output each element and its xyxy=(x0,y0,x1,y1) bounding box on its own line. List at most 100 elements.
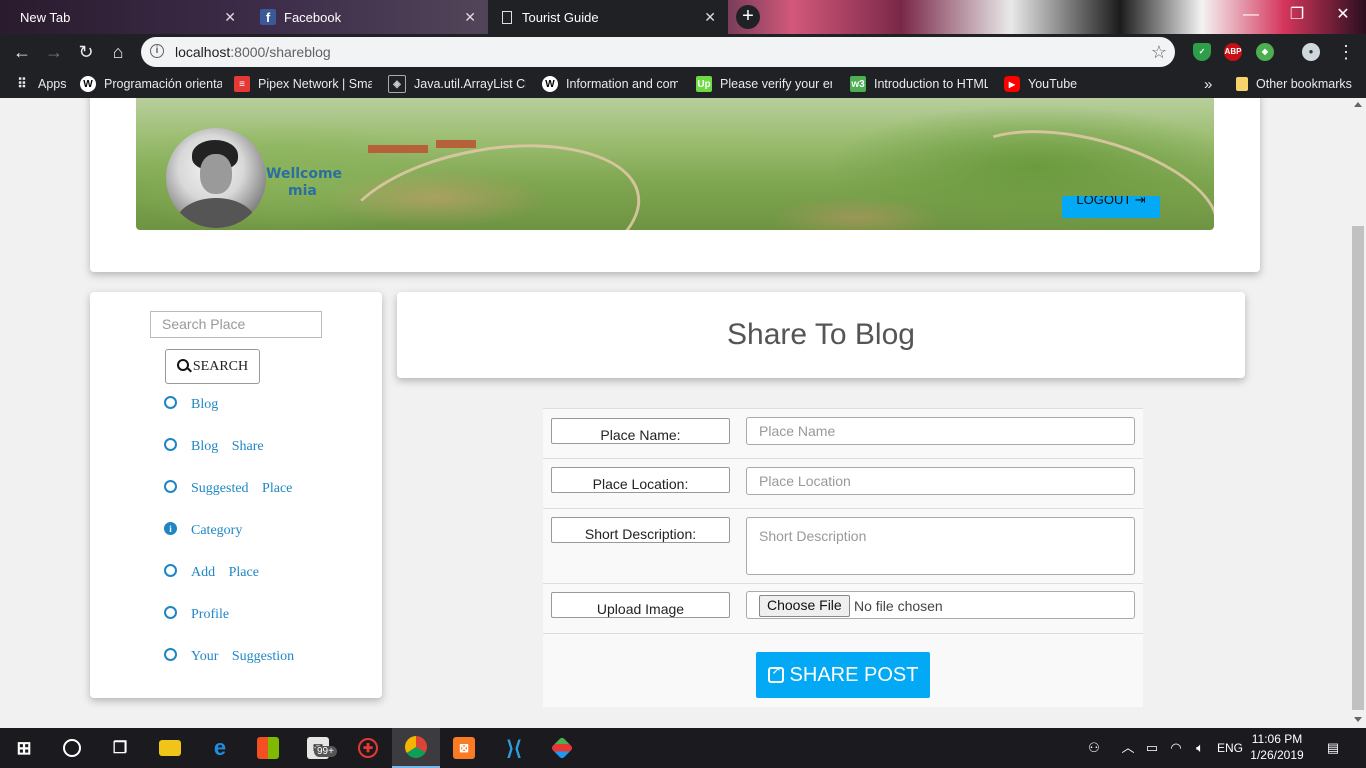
form-row-short-description: Short Description: Short Description xyxy=(543,509,1143,584)
no-file-text: No file chosen xyxy=(854,598,943,614)
scrollbar-thumb[interactable] xyxy=(1352,226,1364,710)
dashboard-icon xyxy=(164,647,177,661)
home-icon[interactable]: ⌂ xyxy=(106,40,130,64)
sidebar-item-profile[interactable]: Profile xyxy=(164,604,229,626)
banner-building xyxy=(368,145,428,153)
battery-icon[interactable]: ▭ xyxy=(1142,728,1162,768)
cortana-button[interactable] xyxy=(48,728,96,768)
place-location-input[interactable]: Place Location xyxy=(746,467,1135,495)
share-post-button[interactable]: SHARE POST xyxy=(756,652,930,698)
sidebar-item-add-place[interactable]: Add Place xyxy=(164,562,259,584)
share-blog-form: Place Name: Place Name Place Location: P… xyxy=(543,408,1143,707)
file-input[interactable]: Choose File No file chosen xyxy=(746,591,1135,619)
new-tab-button[interactable]: + xyxy=(736,5,760,29)
bookmark-item[interactable]: ≡ Pipex Network | Smar xyxy=(234,70,372,98)
avatar-shoulder xyxy=(176,198,256,228)
tab-facebook[interactable]: f Facebook ✕ xyxy=(250,0,486,34)
action-center-icon[interactable]: ▤ xyxy=(1318,728,1348,768)
page-scrollbar[interactable] xyxy=(1350,98,1366,728)
search-button-label: SEARCH xyxy=(192,358,249,374)
reload-icon[interactable]: ↻ xyxy=(74,40,98,64)
edge-button[interactable]: e xyxy=(196,728,244,768)
choose-file-button[interactable]: Choose File xyxy=(759,595,850,617)
vscode-button[interactable]: ⟩⟨ xyxy=(490,728,538,768)
forward-icon[interactable]: → xyxy=(42,40,66,64)
bookmark-item[interactable]: ◈ Java.util.ArrayList Cla xyxy=(388,70,526,98)
folder-icon xyxy=(159,740,181,756)
restore-icon[interactable]: ❐ xyxy=(1274,0,1320,32)
tab-close-icon[interactable]: ✕ xyxy=(224,9,236,25)
other-bookmarks[interactable]: Other bookmarks xyxy=(1236,70,1352,98)
place-name-input[interactable]: Place Name xyxy=(746,417,1135,445)
extension-icon[interactable]: ◆ xyxy=(1256,43,1274,61)
language-indicator[interactable]: ENG xyxy=(1214,728,1246,768)
tab-new-tab[interactable]: New Tab ✕ xyxy=(0,0,246,34)
bookmark-item[interactable]: W Programación orienta xyxy=(80,70,222,98)
address-bar[interactable]: i localhost:8000/shareblog ☆ xyxy=(141,37,1175,67)
bookmark-item[interactable]: w3 Introduction to HTML xyxy=(850,70,988,98)
logout-button[interactable]: LOGOUT ⇥ xyxy=(1062,196,1160,218)
shield-extension-icon[interactable]: ✓ xyxy=(1193,43,1211,61)
scroll-down-arrow-icon[interactable] xyxy=(1354,717,1362,722)
clock-time: 11:06 PM xyxy=(1251,732,1303,746)
minimize-icon[interactable]: — xyxy=(1228,0,1274,32)
bookmark-item[interactable]: W Information and com xyxy=(542,70,678,98)
sidebar-item-suggested-place[interactable]: Suggested Place xyxy=(164,478,292,500)
wifi-icon[interactable]: ◠ xyxy=(1166,728,1186,768)
store-button[interactable] xyxy=(244,728,292,768)
system-clock[interactable]: 11:06 PM 1/26/2019 xyxy=(1245,731,1309,763)
avatar xyxy=(166,128,266,228)
dashboard-icon xyxy=(164,563,177,577)
back-icon[interactable]: ← xyxy=(10,40,34,64)
sidebar-item-blog-share[interactable]: Blog Share xyxy=(164,436,264,458)
sidebar-item-label: Profile xyxy=(191,607,230,622)
sidebar-item-category[interactable]: i Category xyxy=(164,520,242,542)
sidebar-item-your-suggestion[interactable]: Your Suggestion xyxy=(164,646,294,668)
banner-image xyxy=(136,98,1214,230)
url-path: :8000/shareblog xyxy=(230,44,331,60)
more-bookmarks-button[interactable]: » xyxy=(1204,70,1212,98)
page-title: Share To Blog xyxy=(397,292,1245,378)
sidebar-item-label: Suggested Place xyxy=(191,481,293,496)
dashboard-icon xyxy=(164,437,177,451)
url-host: localhost xyxy=(175,44,231,60)
short-description-label: Short Description: xyxy=(551,517,730,543)
chrome-button[interactable] xyxy=(392,728,440,768)
sidebar-item-blog[interactable]: Blog xyxy=(164,394,218,416)
bookmark-item[interactable]: Up Please verify your em xyxy=(696,70,832,98)
w3-icon: w3 xyxy=(850,76,866,92)
xampp-button[interactable]: ⊠ xyxy=(440,728,488,768)
app-button[interactable] xyxy=(538,728,586,768)
task-view-button[interactable]: ❐ xyxy=(96,728,144,768)
tab-tourist-guide[interactable]: Tourist Guide ✕ xyxy=(488,0,728,34)
wikipedia-icon: W xyxy=(80,76,96,92)
clock-date: 1/26/2019 xyxy=(1250,748,1304,762)
scroll-up-arrow-icon[interactable] xyxy=(1354,102,1362,107)
people-icon[interactable]: ⚇ xyxy=(1082,728,1106,768)
windows-taskbar: ⊞ ❐ e ✉ 99+ ✚ ⊠ ⟩⟨ ⚇ ︿ ▭ ◠ 🔈︎ ENG 11:06 … xyxy=(0,728,1366,768)
app-button[interactable]: ✉ 99+ xyxy=(294,728,342,768)
tab-close-icon[interactable]: ✕ xyxy=(704,9,716,25)
adblock-extension-icon[interactable]: ABP xyxy=(1224,43,1242,61)
dashboard-icon xyxy=(164,479,177,493)
search-button[interactable]: SEARCH xyxy=(165,349,260,384)
bookmark-apps[interactable]: ⠿ Apps xyxy=(14,70,66,98)
tab-close-icon[interactable]: ✕ xyxy=(464,9,476,25)
bookmark-youtube[interactable]: ▶ YouTube xyxy=(1004,70,1077,98)
profile-avatar-icon[interactable]: ● xyxy=(1302,43,1320,61)
menu-icon[interactable]: ⋮ xyxy=(1334,40,1358,64)
bookmark-star-icon[interactable]: ☆ xyxy=(1151,37,1167,67)
bookmark-label: Please verify your em xyxy=(720,77,832,91)
close-window-icon[interactable]: ✕ xyxy=(1320,0,1366,32)
short-description-textarea[interactable]: Short Description xyxy=(746,517,1135,575)
show-hidden-icons-chevron-icon[interactable]: ︿ xyxy=(1118,728,1138,768)
file-explorer-button[interactable] xyxy=(146,728,194,768)
bookmarks-bar: ⠿ Apps W Programación orienta ≡ Pipex Ne… xyxy=(0,70,1366,98)
search-input[interactable]: Search Place xyxy=(150,311,322,338)
banner-road xyxy=(325,122,653,230)
sidebar: Search Place SEARCH Blog Blog Share Sugg… xyxy=(90,292,382,698)
start-button[interactable]: ⊞ xyxy=(0,728,48,768)
volume-icon[interactable]: 🔈︎ xyxy=(1190,728,1210,768)
app-button[interactable]: ✚ xyxy=(344,728,392,768)
info-icon[interactable]: i xyxy=(150,44,164,58)
